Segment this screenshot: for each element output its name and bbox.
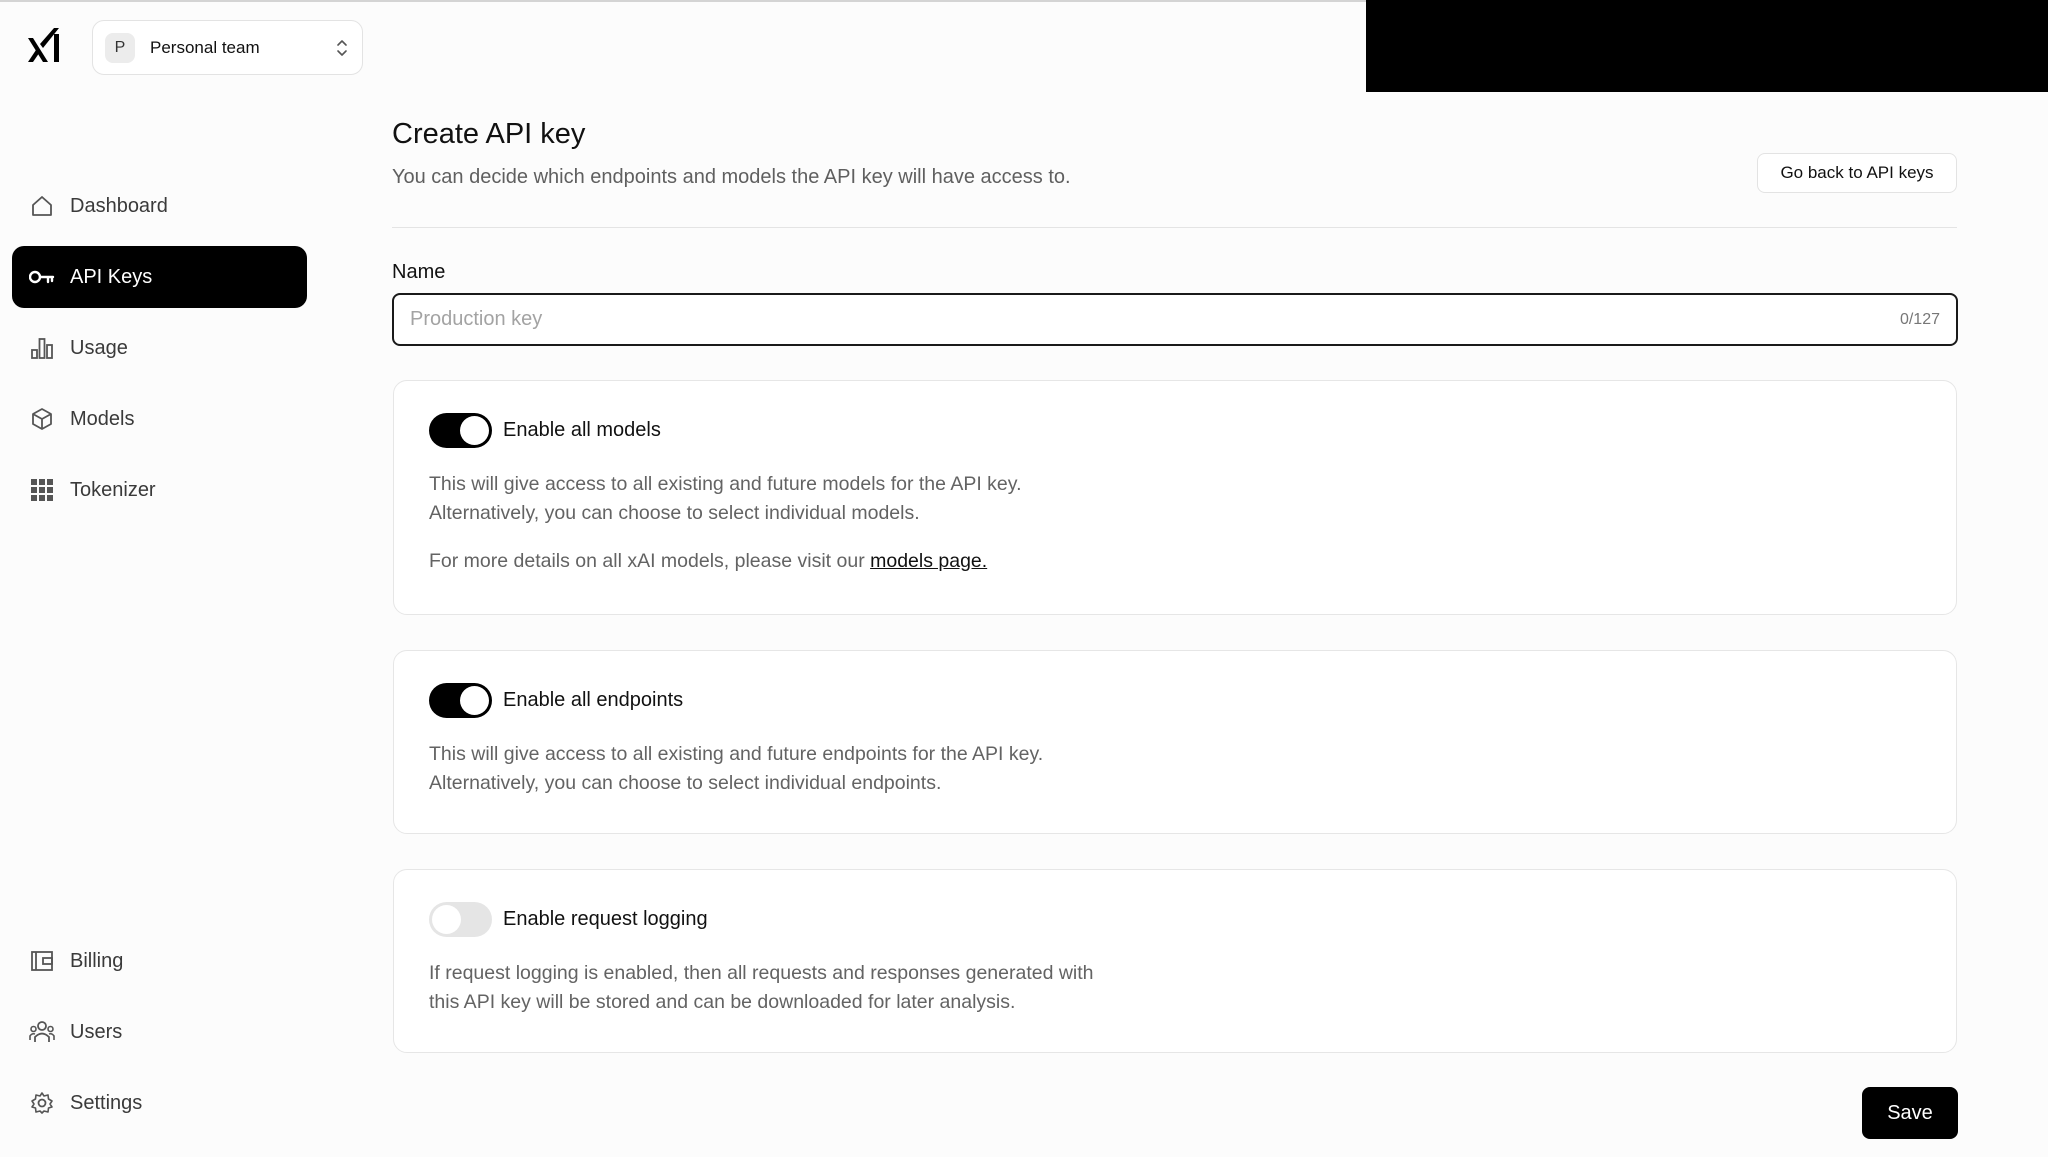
description-line: this API key will be stored and can be d…: [429, 991, 1016, 1013]
page-subtitle: You can decide which endpoints and model…: [392, 166, 1071, 188]
sidebar-item-label: Billing: [70, 949, 124, 972]
divider: [392, 227, 1957, 228]
save-button[interactable]: Save: [1862, 1087, 1958, 1139]
sidebar-item-label: Usage: [70, 336, 128, 359]
description-line: This will give access to all existing an…: [429, 473, 1022, 495]
sidebar-item-tokenizer[interactable]: Tokenizer: [12, 459, 307, 521]
card-description: This will give access to all existing an…: [429, 470, 1921, 528]
team-avatar: P: [105, 32, 135, 63]
endpoints-card: Enable all endpoints This will give acce…: [393, 650, 1957, 834]
description-line: If request logging is enabled, then all …: [429, 962, 1094, 984]
models-page-link[interactable]: models page.: [870, 550, 987, 572]
name-field: 0/127: [392, 293, 1958, 346]
description-line: This will give access to all existing an…: [429, 743, 1044, 765]
sidebar-item-label: Models: [70, 407, 135, 430]
description-line: Alternatively, you can choose to select …: [429, 502, 920, 524]
sidebar-item-label: Users: [70, 1020, 123, 1043]
sidebar-item-settings[interactable]: Settings: [12, 1072, 307, 1134]
sidebar-nav: Dashboard API Keys Usage Models Tokenize…: [12, 175, 307, 530]
sidebar-nav-bottom: Billing Users Settings: [12, 930, 307, 1143]
sidebar-item-label: Settings: [70, 1091, 143, 1114]
redacted-block: [1366, 0, 2048, 92]
card-description: If request logging is enabled, then all …: [429, 959, 1921, 1017]
wallet-icon: [29, 948, 55, 974]
details-prefix: For more details on all xAI models, plea…: [429, 550, 865, 572]
sidebar-item-dashboard[interactable]: Dashboard: [12, 175, 307, 237]
enable-request-logging-toggle[interactable]: [429, 902, 492, 937]
chevron-up-down-icon: [337, 39, 347, 56]
name-input[interactable]: [410, 308, 1900, 331]
home-icon: [29, 193, 55, 219]
card-title: Enable request logging: [503, 908, 708, 930]
description-line: Alternatively, you can choose to select …: [429, 772, 942, 794]
gear-icon: [29, 1090, 55, 1116]
team-name: Personal team: [150, 37, 260, 57]
models-details-text: For more details on all xAI models, plea…: [429, 550, 1921, 573]
users-icon: [29, 1019, 55, 1045]
page-title: Create API key: [392, 118, 586, 150]
logging-card: Enable request logging If request loggin…: [393, 869, 1957, 1053]
key-icon: [29, 264, 55, 290]
sidebar-item-users[interactable]: Users: [12, 1001, 307, 1063]
card-title: Enable all endpoints: [503, 689, 684, 711]
xai-logo-icon[interactable]: [26, 26, 64, 66]
name-label: Name: [392, 261, 446, 283]
enable-all-endpoints-toggle[interactable]: [429, 683, 492, 718]
sidebar-item-label: Tokenizer: [70, 478, 156, 501]
sidebar-item-models[interactable]: Models: [12, 388, 307, 450]
models-card: Enable all models This will give access …: [393, 380, 1957, 615]
team-switcher[interactable]: P Personal team: [92, 20, 363, 75]
enable-all-models-toggle[interactable]: [429, 413, 492, 448]
sidebar-item-billing[interactable]: Billing: [12, 930, 307, 992]
sidebar-item-usage[interactable]: Usage: [12, 317, 307, 379]
sidebar-item-label: API Keys: [70, 265, 153, 288]
char-counter: 0/127: [1899, 310, 1940, 328]
sidebar-item-api-keys[interactable]: API Keys: [12, 246, 307, 308]
cube-icon: [29, 406, 55, 432]
card-title: Enable all models: [503, 419, 661, 441]
grid-icon: [29, 477, 55, 503]
sidebar-item-label: Dashboard: [70, 194, 168, 217]
card-description: This will give access to all existing an…: [429, 740, 1921, 798]
top-border: [0, 0, 1366, 2]
bar-chart-icon: [29, 335, 55, 361]
go-back-button[interactable]: Go back to API keys: [1757, 153, 1957, 193]
